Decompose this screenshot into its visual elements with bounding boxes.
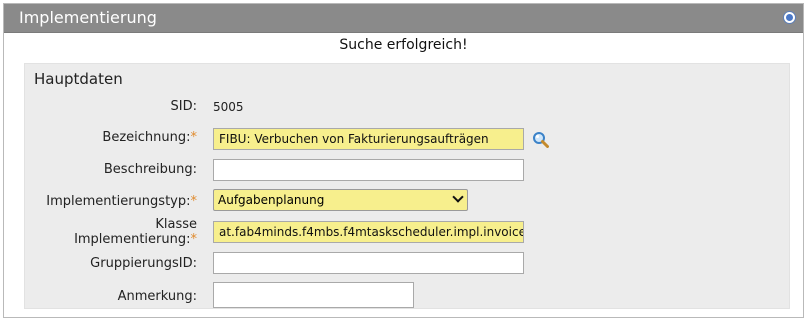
group-title: Hauptdaten [34, 70, 123, 88]
panel-title: Implementierung [19, 8, 157, 27]
main-data-group: Hauptdaten SID: 5005 Bezeichnung:* FIBU:… [24, 63, 790, 309]
klasse-label: Klasse Implementierung:* [74, 217, 197, 247]
implementation-panel: Implementierung Suche erfolgreich! Haupt… [3, 3, 804, 318]
beschreibung-label: Beschreibung: [103, 162, 197, 177]
status-message: Suche erfolgreich! [339, 37, 468, 53]
anmerkung-input[interactable] [213, 282, 414, 308]
typ-select[interactable]: Aufgabenplanung [213, 189, 468, 211]
typ-selected-value: Aufgabenplanung [218, 193, 325, 207]
anmerkung-label: Anmerkung: [117, 289, 197, 304]
chevron-down-icon [452, 191, 464, 203]
collapse-icon[interactable] [783, 11, 796, 24]
sid-label: SID: [170, 99, 197, 114]
sid-value: 5005 [213, 100, 244, 114]
search-icon[interactable] [532, 131, 549, 148]
bezeichnung-label: Bezeichnung:* [102, 130, 197, 145]
panel-title-bar: Implementierung [4, 4, 803, 33]
typ-label: Implementierungstyp:* [46, 194, 197, 209]
gruppierung-label: GruppierungsID: [90, 256, 197, 271]
gruppierung-input[interactable] [213, 252, 524, 274]
klasse-input[interactable]: at.fab4minds.f4mbs.f4mtaskscheduler.impl… [213, 221, 524, 243]
beschreibung-input[interactable] [213, 159, 524, 181]
bezeichnung-input[interactable]: FIBU: Verbuchen von Fakturierungsaufträg… [213, 128, 524, 150]
